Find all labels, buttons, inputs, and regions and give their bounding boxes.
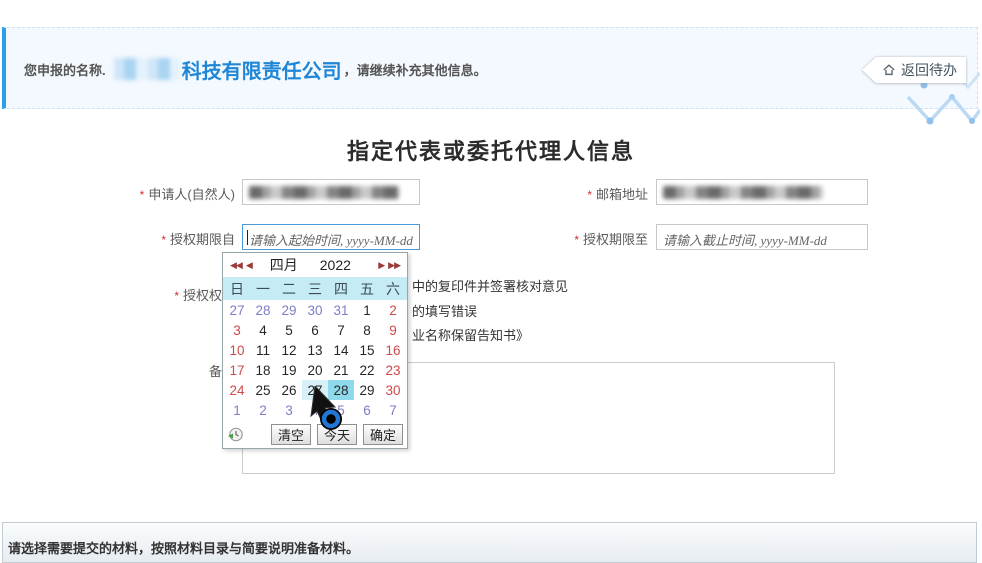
calendar-day-cell[interactable]: 5 [328,400,354,420]
email-input[interactable] [656,179,868,205]
calendar-day-cell[interactable]: 31 [328,300,354,320]
calendar-day-cell[interactable]: 7 [328,320,354,340]
calendar-day-cell[interactable]: 14 [328,340,354,360]
calendar-day-cell[interactable]: 7 [380,400,406,420]
calendar-day-header: 四 [334,279,348,299]
calendar-day-header: 三 [308,279,322,299]
calendar-day-cell[interactable]: 30 [380,380,406,400]
time-picker-icon[interactable] [227,426,244,443]
back-to-todo-button[interactable]: 返回待办 [862,57,966,83]
calendar-day-cell[interactable]: 2 [250,400,276,420]
calendar-day-cell[interactable]: 1 [354,300,380,320]
back-button-label: 返回待办 [901,60,957,80]
auth-to-placeholder: 请输入截止时间, yyyy-MM-dd [663,230,827,249]
company-name-redacted [114,58,180,80]
calendar-day-cell[interactable]: 27 [224,300,250,320]
auth-scope-label: *授权权限 [60,285,235,304]
calendar-day-cell[interactable]: 15 [354,340,380,360]
calendar-day-cell[interactable]: 10 [224,340,250,360]
calendar-day-cell[interactable]: 24 [224,380,250,400]
page-title: 指定代表或委托代理人信息 [0,134,982,166]
date-picker-popup: ◀◀ ◀ 四月 2022 ▶ ▶▶ 日一二三四五六 27282930311234… [222,252,408,449]
calendar-ok-button[interactable]: 确定 [363,424,403,445]
prev-month-button[interactable]: ◀ [244,260,254,271]
text-caret [247,230,248,245]
required-mark: * [140,188,145,202]
remark-label: 备注 [60,361,235,380]
banner-message: 您申报的名称. 科技有限责任公司 ，请继续补充其他信息。 [24,28,487,110]
auth-from-input[interactable]: 请输入起始时间, yyyy-MM-dd [242,224,420,250]
calendar-day-cell[interactable]: 20 [302,360,328,380]
calendar-today-button[interactable]: 今天 [317,424,357,445]
calendar-day-cell[interactable]: 30 [302,300,328,320]
calendar-header: ◀◀ ◀ 四月 2022 ▶ ▶▶ [223,253,407,277]
calendar-year-select[interactable]: 2022 [320,257,351,273]
auth-from-placeholder: 请输入起始时间, yyyy-MM-dd [249,230,413,249]
calendar-day-cell[interactable]: 9 [380,320,406,340]
calendar-day-cell[interactable]: 1 [224,400,250,420]
calendar-day-cell[interactable]: 4 [250,320,276,340]
company-name: 科技有限责任公司 [182,55,342,84]
calendar-day-cell[interactable]: 17 [224,360,250,380]
auth-from-label: *授权期限自 [60,229,235,248]
calendar-clear-button[interactable]: 清空 [271,424,311,445]
calendar-day-cell[interactable]: 19 [276,360,302,380]
calendar-day-cell[interactable]: 6 [354,400,380,420]
calendar-day-cell[interactable]: 3 [276,400,302,420]
calendar-day-cell[interactable]: 27 [302,380,328,400]
calendar-day-cell[interactable]: 22 [354,360,380,380]
calendar-day-cell[interactable]: 6 [302,320,328,340]
calendar-day-cell[interactable]: 29 [354,380,380,400]
calendar-day-cell[interactable]: 26 [276,380,302,400]
calendar-day-header: 五 [360,279,374,299]
calendar-day-headers: 日一二三四五六 [223,277,407,300]
calendar-day-cell[interactable]: 3 [224,320,250,340]
next-month-button[interactable]: ▶ [376,260,386,271]
calendar-day-cell[interactable]: 28 [250,300,276,320]
calendar-day-cell[interactable]: 12 [276,340,302,360]
calendar-day-cell[interactable]: 16 [380,340,406,360]
calendar-day-cell[interactable]: 21 [328,360,354,380]
calendar-day-cell[interactable]: 8 [354,320,380,340]
applicant-value-redacted [249,186,399,199]
calendar-day-cell[interactable]: 29 [276,300,302,320]
required-mark: * [174,289,179,303]
calendar-day-cell[interactable]: 18 [250,360,276,380]
materials-instruction-text: 请选择需要提交的材料，按照材料目录与简要说明准备材料。 [8,538,359,557]
email-value-redacted [663,186,823,199]
auth-to-input[interactable]: 请输入截止时间, yyyy-MM-dd [656,224,868,250]
calendar-day-header: 日 [230,279,244,299]
calendar-day-cell[interactable]: 25 [250,380,276,400]
banner-prefix: 您申报的名称. [24,60,106,79]
calendar-day-cell[interactable]: 23 [380,360,406,380]
calendar-day-header: 二 [282,279,296,299]
calendar-day-cell[interactable]: 28 [328,380,354,400]
required-mark: * [574,233,579,247]
auth-scope-option-fragment: 业名称保留告知书》 [412,325,529,344]
notification-banner: 您申报的名称. 科技有限责任公司 ，请继续补充其他信息。 [2,27,978,109]
calendar-day-cell[interactable]: 2 [380,300,406,320]
banner-suffix: ，请继续补充其他信息。 [344,60,487,79]
auth-scope-option-fragment: 的填写错误 [412,301,477,320]
auth-to-label: *授权期限至 [520,229,648,248]
required-mark: * [587,188,592,202]
calendar-day-cell[interactable]: 5 [276,320,302,340]
home-icon [882,63,896,77]
next-year-button[interactable]: ▶▶ [386,260,402,271]
required-mark: * [161,233,166,247]
calendar-day-cell[interactable]: 13 [302,340,328,360]
calendar-day-cell[interactable]: 11 [250,340,276,360]
applicant-label: *申请人(自然人) [60,184,235,203]
calendar-day-header: 一 [256,279,270,299]
calendar-grid: 2728293031123456789101112131415161718192… [223,300,407,420]
calendar-day-cell[interactable]: 4 [302,400,328,420]
calendar-day-header: 六 [386,279,400,299]
prev-year-button[interactable]: ◀◀ [228,260,244,271]
applicant-input[interactable] [242,179,420,205]
email-label: *邮箱地址 [520,184,648,203]
materials-instruction-bar: 请选择需要提交的材料，按照材料目录与简要说明准备材料。 [2,522,977,563]
calendar-month-select[interactable]: 四月 [270,255,298,275]
auth-scope-option-fragment: 中的复印件并签署核对意见 [412,276,568,295]
calendar-footer: 清空 今天 确定 [223,420,407,448]
